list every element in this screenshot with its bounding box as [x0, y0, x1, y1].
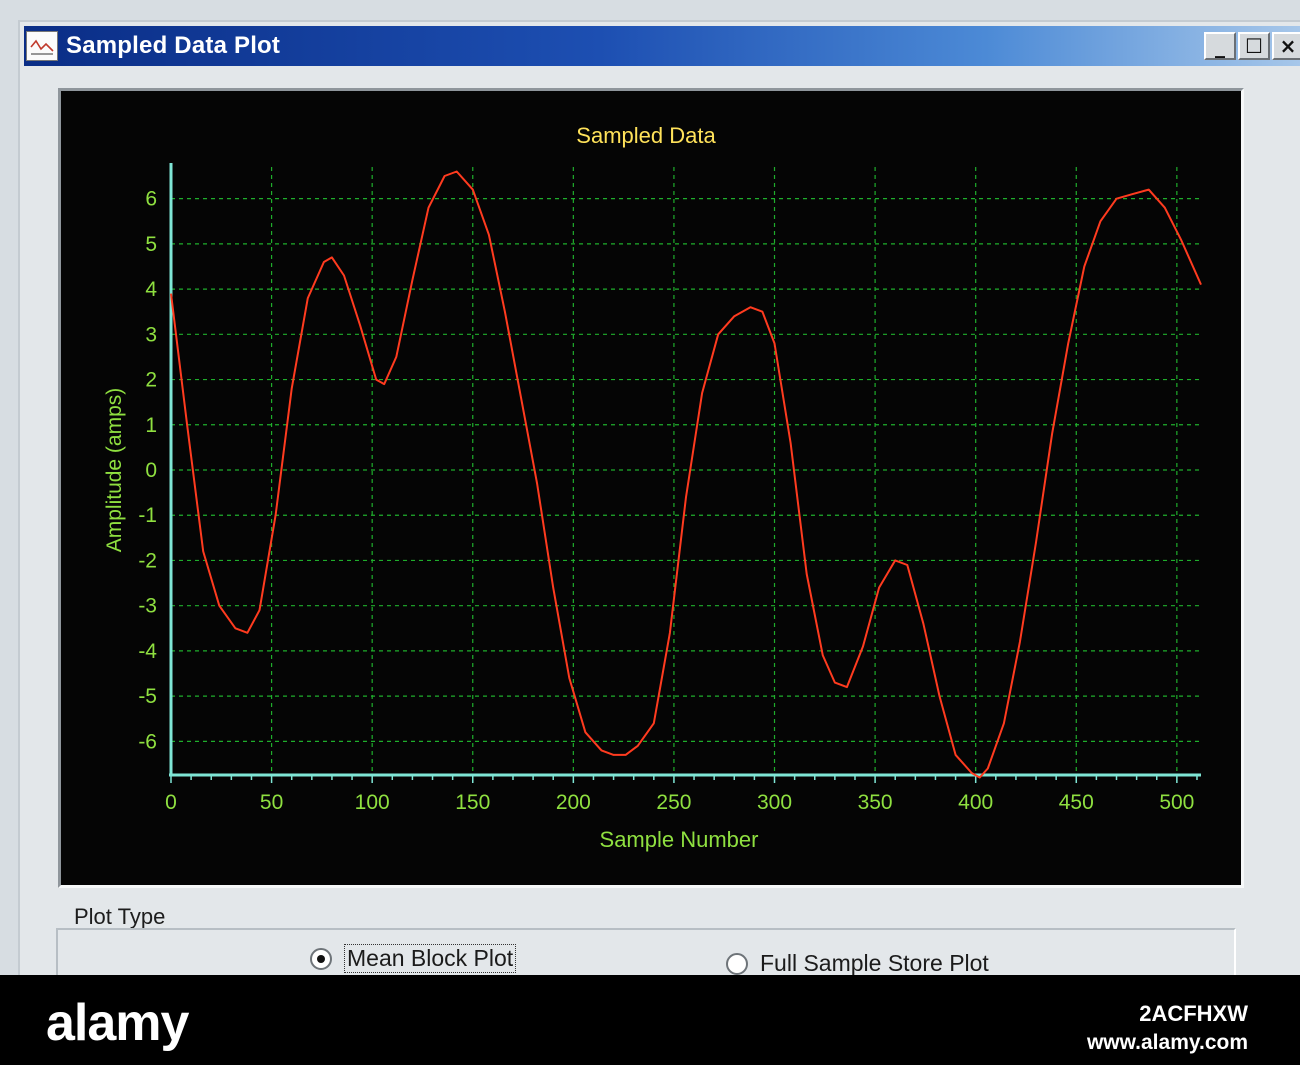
- minimize-button[interactable]: _: [1204, 32, 1236, 60]
- window-title: Sampled Data Plot: [66, 32, 281, 59]
- close-button[interactable]: ×: [1272, 32, 1300, 60]
- x-tick-label: 200: [556, 791, 591, 814]
- y-tick-label: 3: [145, 323, 157, 346]
- x-axis-label: Sample Number: [600, 827, 759, 852]
- x-tick-label: 350: [858, 791, 893, 814]
- sampled-data-chart: 0 50 100 150 200 250 300 350 400 450 500 6 5 4 3 2 1 0 -1 -…: [103, 123, 1202, 852]
- x-tick-label: 0: [165, 791, 177, 814]
- y-tick-label: 1: [145, 414, 157, 437]
- y-tick-label: 4: [145, 278, 157, 301]
- y-tick-label: -5: [138, 685, 157, 708]
- series-line: [170, 170, 1202, 779]
- maximize-icon: ☐: [1245, 34, 1263, 58]
- x-tick-label: 300: [757, 791, 792, 814]
- plot-type-group-label: Plot Type: [70, 904, 170, 930]
- close-icon: ×: [1279, 34, 1297, 58]
- x-tick-label: 50: [260, 791, 283, 814]
- y-tick-label: 2: [145, 369, 157, 392]
- y-tick-label: -3: [138, 595, 157, 618]
- minimize-icon: _: [1215, 34, 1225, 58]
- y-tick-label: -6: [138, 730, 157, 753]
- mean-block-plot-label: Mean Block Plot: [344, 944, 517, 973]
- tick-labels: 0 50 100 150 200 250 300 350 400 450 500 6 5 4 3 2 1 0 -1 -…: [138, 188, 1194, 814]
- maximize-button[interactable]: ☐: [1238, 32, 1270, 60]
- y-tick-label: -1: [138, 504, 157, 527]
- y-axis-label: Amplitude (amps): [103, 388, 126, 553]
- radio-unselected-icon: [726, 952, 748, 975]
- footer-url: www.alamy.com: [1086, 1031, 1248, 1054]
- full-sample-store-plot-label: Full Sample Store Plot: [760, 950, 989, 976]
- x-tick-label: 100: [355, 791, 390, 814]
- y-tick-label: 6: [145, 188, 157, 211]
- x-tick-label: 400: [958, 791, 993, 814]
- y-tick-label: 5: [145, 233, 157, 256]
- mean-block-plot-radio[interactable]: Mean Block Plot: [310, 944, 517, 973]
- y-tick-label: -2: [138, 549, 157, 572]
- data-series: [170, 170, 1202, 779]
- chart-title: Sampled Data: [576, 123, 716, 148]
- full-sample-store-plot-radio[interactable]: Full Sample Store Plot: [726, 950, 989, 977]
- title-bar[interactable]: Sampled Data Plot _ ☐ ×: [24, 26, 1300, 66]
- x-tick-label: 500: [1159, 791, 1194, 814]
- x-tick-label: 150: [455, 791, 490, 814]
- radio-selected-icon: [310, 947, 332, 970]
- plot-area: 0 50 100 150 200 250 300 350 400 450 500 6 5 4 3 2 1 0 -1 -…: [58, 88, 1244, 888]
- y-tick-label: -4: [138, 640, 157, 663]
- y-tick-label: 0: [145, 459, 157, 482]
- plot-app-icon: [26, 31, 58, 61]
- image-id: 2ACFHXW: [1139, 1001, 1248, 1026]
- x-tick-label: 250: [656, 791, 691, 814]
- alamy-logo: alamy: [46, 994, 189, 1052]
- x-tick-label: 450: [1059, 791, 1094, 814]
